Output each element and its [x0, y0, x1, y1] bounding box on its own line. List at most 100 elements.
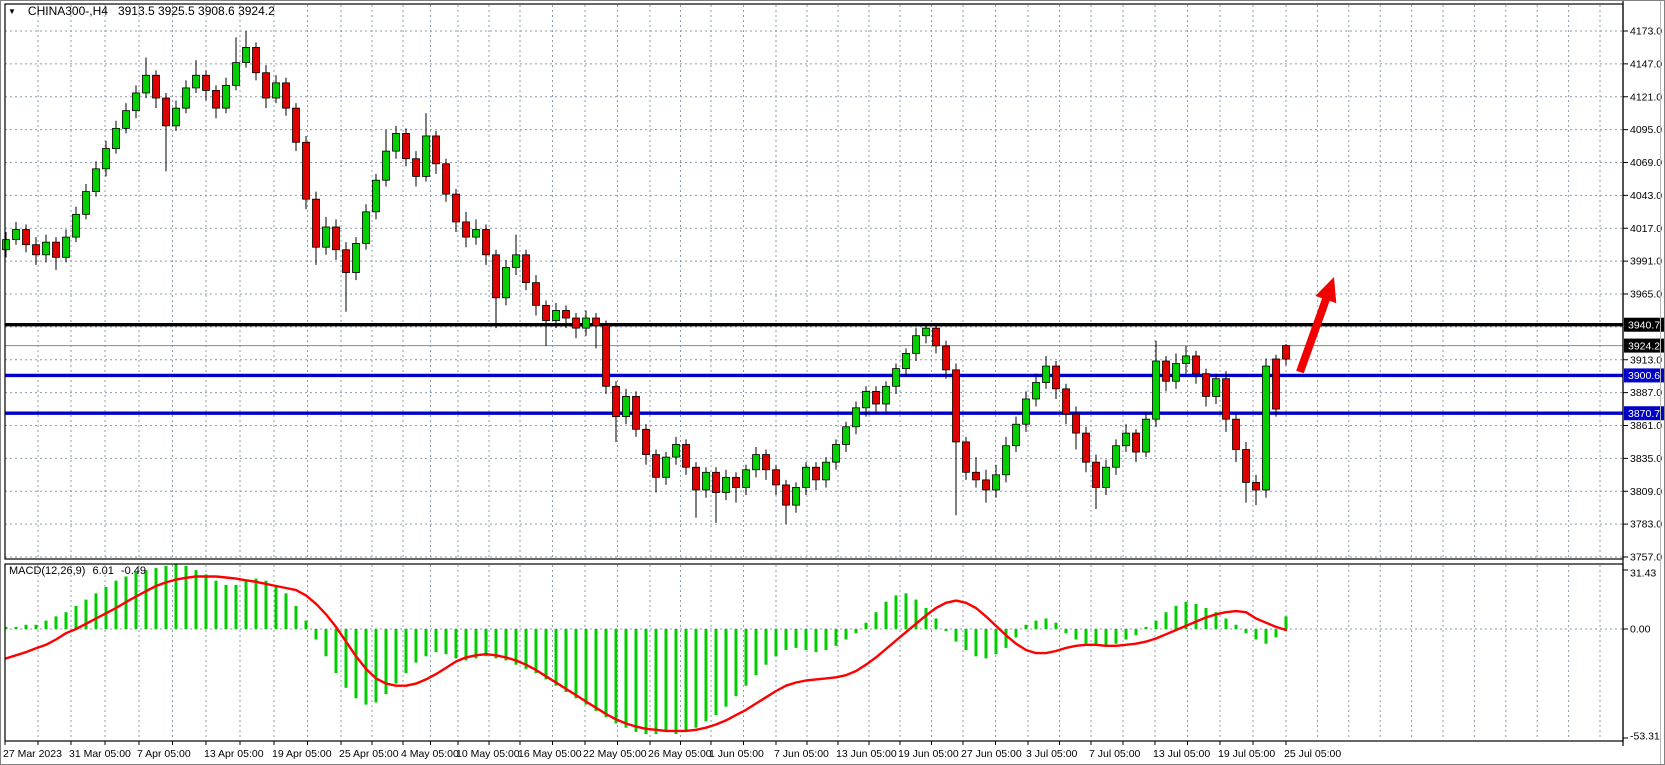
candle — [503, 267, 510, 297]
macd-histogram-bar — [75, 606, 78, 629]
macd-histogram-bar — [1275, 629, 1278, 637]
macd-histogram-bar — [1025, 625, 1028, 629]
chevron-down-icon: ▼ — [8, 7, 16, 16]
time-tick-label: 1 Jun 05:00 — [709, 748, 764, 760]
price-badge-label: 3940.7 — [1628, 320, 1660, 332]
candle — [193, 75, 200, 88]
macd-histogram-bar — [525, 629, 528, 669]
macd-histogram-bar — [645, 629, 648, 734]
macd-histogram-bar — [965, 629, 968, 650]
price-tick-label: 3835.0 — [1630, 453, 1662, 465]
candle — [113, 128, 120, 148]
price-tick-label: 4095.0 — [1630, 124, 1662, 136]
candle — [873, 391, 880, 404]
candle — [93, 169, 100, 192]
candle — [453, 194, 460, 222]
candle — [923, 328, 930, 336]
macd-histogram-bar — [335, 629, 338, 673]
candle — [1063, 389, 1070, 414]
candle — [763, 455, 770, 470]
macd-histogram-bar — [25, 625, 28, 629]
symbol-timeframe-label: CHINA300-,H4 — [28, 4, 108, 18]
macd-histogram-bar — [765, 629, 768, 665]
candle — [243, 47, 250, 62]
price-chart[interactable]: 4173.04147.04121.04095.04069.04043.04017… — [1, 1, 1665, 765]
macd-histogram-bar — [625, 629, 628, 728]
macd-histogram-bar — [665, 629, 668, 732]
candle — [123, 111, 130, 129]
candle — [1013, 424, 1020, 445]
macd-histogram-bar — [775, 629, 778, 656]
candle — [1033, 383, 1040, 399]
macd-histogram-bar — [1035, 621, 1038, 629]
time-tick-label: 13 Jul 05:00 — [1153, 748, 1210, 760]
candle — [83, 192, 90, 215]
candle — [933, 328, 940, 346]
candle — [1253, 482, 1260, 490]
macd-histogram-bar — [1155, 621, 1158, 629]
candle — [73, 214, 80, 237]
candle — [533, 283, 540, 306]
candle — [1143, 419, 1150, 452]
price-badge-label: 3870.7 — [1628, 408, 1660, 420]
macd-histogram-bar — [895, 595, 898, 629]
candle — [1073, 414, 1080, 433]
macd-histogram-bar — [635, 629, 638, 732]
macd-histogram-bar — [655, 629, 658, 734]
macd-histogram-bar — [255, 579, 258, 629]
window-edge-divider — [1660, 1, 1661, 765]
macd-histogram-bar — [305, 621, 308, 629]
macd-histogram-bar — [1065, 629, 1068, 633]
time-tick-label: 4 May 05:00 — [401, 748, 459, 760]
candle — [263, 73, 270, 98]
price-tick-label: 4043.0 — [1630, 190, 1662, 202]
candle — [1243, 450, 1250, 483]
price-tick-label: 3913.0 — [1630, 354, 1662, 366]
macd-histogram-bar — [615, 629, 618, 724]
candle — [993, 475, 1000, 490]
price-tick-label: 4173.0 — [1630, 26, 1662, 38]
macd-tick-label: -53.31 — [1630, 731, 1660, 743]
candle — [583, 318, 590, 328]
price-tick-label: 3809.0 — [1630, 486, 1662, 498]
candle — [423, 136, 430, 176]
candle — [473, 230, 480, 238]
macd-histogram-bar — [315, 629, 318, 640]
time-tick-label: 3 Jul 05:00 — [1026, 748, 1078, 760]
macd-histogram-bar — [975, 629, 978, 656]
macd-histogram-bar — [685, 629, 688, 732]
candle — [783, 485, 790, 505]
macd-histogram-bar — [195, 570, 198, 629]
macd-histogram-bar — [535, 629, 538, 673]
price-tick-label: 4017.0 — [1630, 223, 1662, 235]
candle — [233, 63, 240, 86]
candle — [1283, 346, 1290, 360]
macd-histogram-bar — [745, 629, 748, 686]
macd-histogram-bar — [485, 629, 488, 656]
macd-histogram-bar — [1115, 629, 1118, 644]
candle — [43, 242, 50, 255]
candle — [213, 90, 220, 108]
candle — [443, 164, 450, 194]
macd-histogram-bar — [375, 629, 378, 703]
macd-histogram-bar — [1225, 619, 1228, 630]
time-tick-label: 13 Apr 05:00 — [204, 748, 264, 760]
macd-histogram-bar — [225, 585, 228, 629]
macd-histogram-bar — [105, 587, 108, 629]
candle — [63, 237, 70, 257]
candle — [643, 429, 650, 454]
candle — [943, 346, 950, 370]
macd-histogram-bar — [715, 629, 718, 715]
candle — [963, 442, 970, 472]
candle — [153, 75, 160, 98]
time-tick-label: 25 Jul 05:00 — [1284, 748, 1341, 760]
macd-histogram-bar — [945, 629, 948, 631]
time-tick-label: 22 May 05:00 — [583, 748, 647, 760]
candle — [823, 462, 830, 480]
candle — [613, 386, 620, 416]
macd-histogram-bar — [875, 612, 878, 629]
candle — [1213, 379, 1220, 397]
macd-histogram-bar — [245, 581, 248, 629]
candle — [483, 230, 490, 255]
candle — [283, 83, 290, 108]
